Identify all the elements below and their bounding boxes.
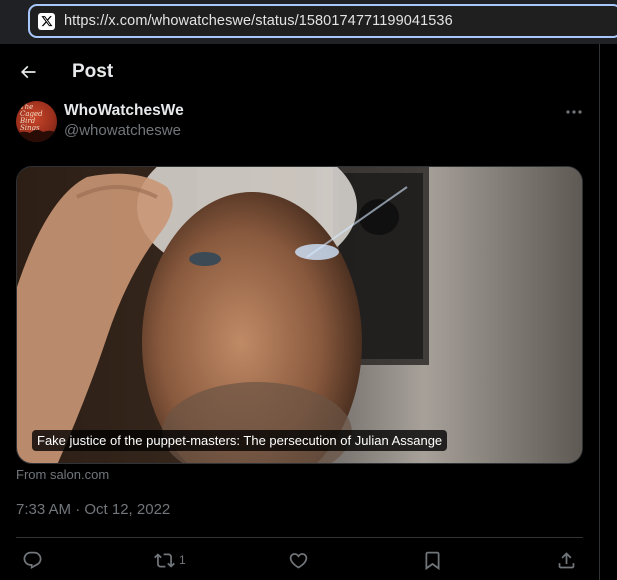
like-button[interactable] — [288, 548, 309, 572]
author-display-name[interactable]: WhoWatchesWe — [64, 102, 184, 120]
bookmark-button[interactable] — [422, 548, 443, 572]
avatar-silhouette — [16, 129, 57, 142]
url-text[interactable]: https://x.com/whowatcheswe/status/158017… — [64, 13, 453, 29]
share-button[interactable] — [556, 548, 577, 572]
share-icon — [558, 551, 575, 568]
repost-button[interactable]: 1 — [154, 548, 186, 572]
card-caption[interactable]: Fake justice of the puppet-masters: The … — [32, 430, 448, 451]
x-logo-icon — [38, 12, 55, 30]
card-source[interactable]: From salon.com — [16, 467, 109, 482]
heart-icon — [289, 552, 308, 569]
more-options-button[interactable] — [562, 102, 586, 122]
address-bar[interactable]: https://x.com/whowatcheswe/status/158017… — [28, 4, 617, 38]
avatar[interactable]: The Caged Bird Sings — [16, 101, 57, 142]
repost-icon — [154, 552, 175, 568]
browser-toolbar: https://x.com/whowatcheswe/status/158017… — [0, 0, 617, 44]
post-header: Post — [0, 44, 599, 102]
more-dots-icon — [566, 110, 582, 114]
actions-divider — [16, 537, 583, 538]
bookmark-icon — [425, 551, 440, 570]
column-divider — [599, 44, 600, 580]
reply-icon — [23, 551, 42, 569]
author-handle[interactable]: @whowatcheswe — [64, 122, 181, 139]
link-card[interactable] — [16, 166, 583, 464]
page-title: Post — [72, 61, 114, 82]
back-button[interactable] — [14, 58, 42, 86]
post-timestamp[interactable]: 7:33 AM · Oct 12, 2022 — [16, 501, 170, 518]
repost-count: 1 — [179, 553, 186, 567]
back-arrow-icon — [20, 65, 36, 79]
reply-button[interactable] — [22, 548, 47, 572]
card-photo — [17, 167, 582, 463]
